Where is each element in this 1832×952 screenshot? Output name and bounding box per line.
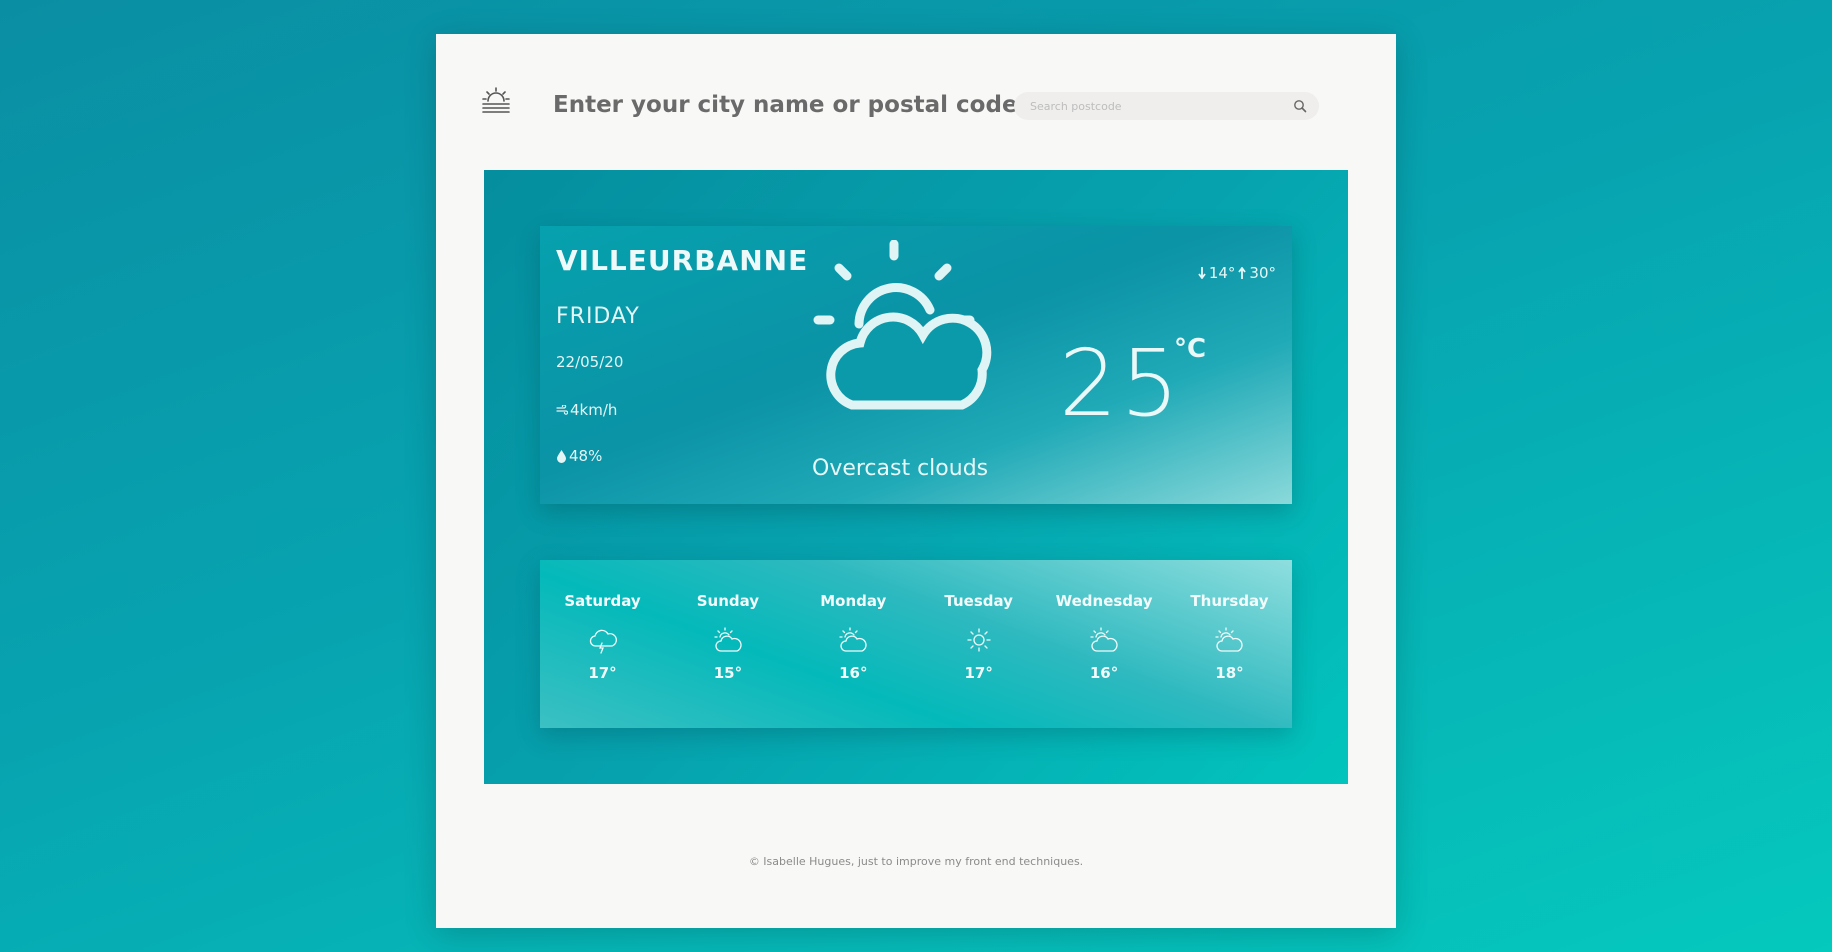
current-weather-card: VILLEURBANNE FRIDAY 22/05/20 4km/h 48% O… xyxy=(540,226,1292,504)
sunrise-logo-icon xyxy=(482,87,510,113)
forecast-item: Thursday 18° xyxy=(1167,560,1292,728)
partly-cloudy-icon xyxy=(1215,627,1244,652)
forecast-item: Saturday 17° xyxy=(540,560,665,728)
forecast-item: Tuesday 17° xyxy=(916,560,1041,728)
current-day: FRIDAY xyxy=(556,304,640,329)
forecast-day-name: Tuesday xyxy=(944,592,1013,610)
arrow-down-icon xyxy=(1198,267,1206,279)
droplet-icon xyxy=(557,450,566,463)
temperature-unit: °C xyxy=(1174,334,1207,364)
search-icon[interactable] xyxy=(1293,99,1307,113)
forecast-temperature: 16° xyxy=(839,664,868,682)
forecast-day-name: Sunday xyxy=(696,592,760,610)
weather-panel: VILLEURBANNE FRIDAY 22/05/20 4km/h 48% O… xyxy=(484,170,1348,784)
max-temperature: 30° xyxy=(1249,264,1276,282)
forecast-day-name: Thursday xyxy=(1190,592,1269,610)
forecast-day-name: Monday xyxy=(820,592,887,610)
search-bar[interactable] xyxy=(1014,92,1319,120)
forecast-temperature: 17° xyxy=(964,664,993,682)
wind-speed: 4km/h xyxy=(556,401,617,419)
current-date: 22/05/20 xyxy=(556,353,624,371)
forecast-temperature: 17° xyxy=(588,664,617,682)
city-name: VILLEURBANNE xyxy=(556,244,809,277)
forecast-item: Monday 16° xyxy=(791,560,916,728)
wind-value: 4km/h xyxy=(570,401,618,419)
partly-cloudy-icon xyxy=(1090,627,1118,652)
footer-credit: © Isabelle Hugues, just to improve my fr… xyxy=(748,855,1084,868)
forecast-temperature: 16° xyxy=(1089,664,1119,682)
cloud-rain-icon xyxy=(589,629,617,654)
min-max-temperature: 14° 30° xyxy=(1198,264,1276,282)
sun-icon xyxy=(967,628,991,652)
humidity: 48% xyxy=(556,447,602,465)
cloud-sun-icon xyxy=(813,240,992,410)
app-container: Enter your city name or postal code VILL… xyxy=(436,34,1396,928)
forecast-temperature: 15° xyxy=(713,664,743,682)
partly-cloudy-icon xyxy=(839,627,867,652)
partly-cloudy-icon xyxy=(714,627,742,652)
forecast-item: Sunday 15° xyxy=(665,560,790,728)
wind-icon xyxy=(556,405,568,415)
arrow-up-icon xyxy=(1238,267,1247,279)
forecast-day-name: Saturday xyxy=(564,592,641,610)
forecast-temperature: 18° xyxy=(1215,664,1244,682)
current-temperature: 25 xyxy=(1059,330,1183,437)
forecast-card: Saturday 17° Sunday 15° Monday 16° Tuesd… xyxy=(540,560,1292,728)
forecast-item: Wednesday 16° xyxy=(1042,560,1167,728)
search-input[interactable] xyxy=(1028,98,1293,114)
humidity-value: 48% xyxy=(569,447,603,465)
page-title: Enter your city name or postal code xyxy=(553,92,1018,118)
min-temperature: 14° xyxy=(1208,264,1236,282)
forecast-day-name: Wednesday xyxy=(1055,592,1153,610)
weather-description: Overcast clouds xyxy=(812,456,989,481)
